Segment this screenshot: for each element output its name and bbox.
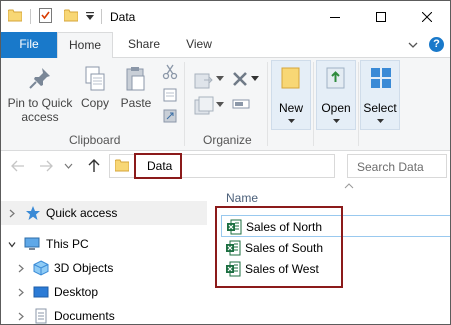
new-label: New [278,101,303,115]
forward-arrow-icon[interactable] [39,159,53,173]
customize-dropdown-icon[interactable] [85,11,95,21]
chevron-down-icon[interactable] [251,76,259,82]
nav-item-quick-access[interactable]: Quick access [1,201,207,225]
back-arrow-icon[interactable] [11,159,25,173]
computer-icon [24,237,40,250]
new-button[interactable]: New [271,60,311,130]
new-folder-icon [281,67,300,89]
close-button[interactable] [404,1,450,32]
group-separator [313,62,314,146]
navigation-pane: Quick access This PC 3D Objects Desktop [1,181,207,324]
address-bar[interactable]: Data [109,153,335,179]
address-row: Data Search Data [1,151,450,181]
nav-label-this-pc: This PC [46,237,89,251]
select-button[interactable]: Select [360,60,400,130]
file-list-pane: Name Sales of North Sales of South Sales… [207,181,450,324]
properties-icon[interactable] [39,8,52,23]
close-icon [422,11,432,22]
documents-icon [35,308,47,324]
tab-file[interactable]: File [1,32,57,58]
copy-label: Copy [80,96,109,110]
maximize-button[interactable] [358,1,404,32]
maximize-icon [376,11,386,22]
move-to-icon[interactable] [194,70,216,90]
delete-icon[interactable] [231,70,249,88]
group-separator [358,62,359,146]
copy-path-icon[interactable] [162,87,178,103]
open-icon [326,67,345,89]
paste-shortcut-icon[interactable] [162,108,178,124]
group-separator [184,62,185,146]
title-bar: Data [1,1,450,32]
folder-icon [115,159,129,172]
star-icon [26,206,40,220]
ribbon-tabs: File Home Share View ? [1,32,450,59]
search-input[interactable]: Search Data [347,154,447,178]
pin-label-line2: access [21,110,59,124]
pin-to-quick-access-button[interactable]: Pin to Quick access [5,66,75,124]
desktop-icon [33,286,49,298]
chevron-right-icon[interactable] [8,209,16,218]
chevron-down-icon[interactable] [407,39,419,51]
chevron-down-icon[interactable] [8,240,16,249]
paste-label: Paste [120,96,152,110]
chevron-right-icon[interactable] [17,264,25,273]
clipboard-group-label: Clipboard [69,133,121,147]
rename-icon[interactable] [232,95,250,113]
organize-group-label: Organize [203,133,252,147]
copy-button[interactable]: Copy [77,66,113,110]
paste-button[interactable]: Paste [117,66,155,110]
group-separator [267,62,268,146]
tab-share[interactable]: Share [117,32,171,58]
chevron-down-icon [288,119,295,123]
nav-label-3d-objects: 3D Objects [54,261,114,275]
chevron-down-icon[interactable] [216,76,224,82]
nav-label-quick-access: Quick access [46,206,118,220]
copy-to-icon[interactable] [194,96,216,116]
sort-chevron-up-icon [344,183,354,189]
recent-locations-chevron-icon[interactable] [64,159,73,173]
nav-item-3d-objects[interactable]: 3D Objects [1,256,207,280]
tab-home[interactable]: Home [57,32,113,59]
chevron-down-icon [333,119,340,123]
open-button[interactable]: Open [316,60,356,130]
3d-objects-icon [33,260,49,276]
nav-label-desktop: Desktop [54,285,99,299]
nav-item-this-pc[interactable]: This PC [1,232,207,256]
minimize-button[interactable] [312,1,358,32]
toolbar-separator [30,9,31,24]
chevron-right-icon[interactable] [17,288,25,297]
cut-icon[interactable] [162,64,178,80]
breadcrumb-data[interactable]: Data [134,153,182,179]
window-title: Data [110,10,136,24]
file-explorer-window: Data File Home Share View ? Pin to Quick [0,0,451,325]
column-header-name[interactable]: Name [226,191,258,205]
nav-item-documents[interactable]: Documents [1,304,207,324]
annotation-highlight-box [215,206,343,288]
select-label: Select [363,101,397,115]
help-button[interactable]: ? [429,37,444,52]
open-label: Open [321,101,351,115]
pin-icon [29,68,50,89]
pin-label-line1: Pin to Quick [7,96,73,110]
up-arrow-icon[interactable] [87,159,101,173]
tab-view[interactable]: View [173,32,225,58]
paste-icon [126,67,145,91]
new-folder-icon[interactable] [64,9,78,22]
toolbar-separator [101,9,102,24]
ribbon: Pin to Quick access Copy Paste Clipboard… [1,58,450,151]
chevron-right-icon[interactable] [17,312,25,321]
nav-item-desktop[interactable]: Desktop [1,280,207,304]
copy-icon [85,66,105,91]
select-icon [371,68,391,88]
chevron-down-icon [377,119,384,123]
search-placeholder: Search Data [357,160,424,174]
folder-icon[interactable] [8,9,22,22]
nav-label-documents: Documents [54,309,115,323]
minimize-icon [330,16,340,18]
chevron-down-icon[interactable] [216,102,224,108]
